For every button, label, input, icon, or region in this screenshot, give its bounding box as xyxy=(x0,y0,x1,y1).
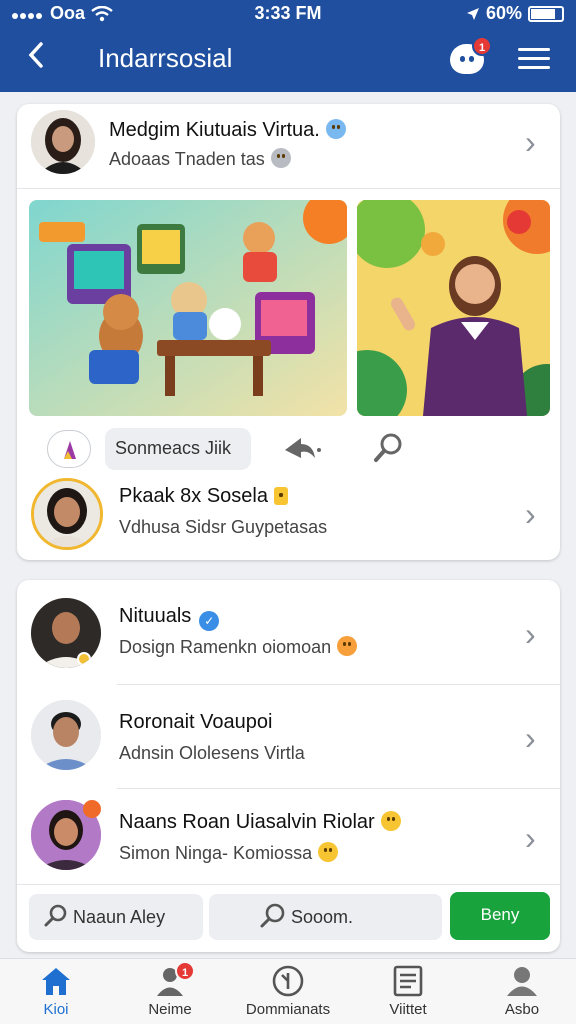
contact-name: Nituuals ✓ xyxy=(119,604,220,631)
list-item[interactable]: Nituuals ✓ Dosign Ramenkn oiomoan › xyxy=(17,580,560,684)
tab-people[interactable]: 1 Neime xyxy=(120,961,220,1018)
laugh-emoji-icon xyxy=(337,636,358,656)
profile-subtitle: Adoaas Tnaden tas xyxy=(109,148,291,170)
divider xyxy=(17,884,560,885)
tab-label: Viittet xyxy=(389,1001,427,1018)
tab-profile[interactable]: Asbo xyxy=(472,965,572,1018)
contact-subtitle: Simon Ninga- Komiossa xyxy=(119,842,339,864)
primary-action-button[interactable]: Beny xyxy=(450,892,550,940)
battery-icon xyxy=(528,5,564,22)
profile-name[interactable]: Pkaak 8x Sosela xyxy=(119,484,288,508)
search-field[interactable]: Sooom. xyxy=(209,894,442,940)
notification-badge: 1 xyxy=(472,36,492,56)
avatar[interactable] xyxy=(31,478,103,550)
profile-name[interactable]: Medgim Kiutuais Virtua. xyxy=(109,118,346,142)
tab-discover[interactable]: Dommianats xyxy=(238,965,338,1018)
divider xyxy=(17,188,560,189)
contacts-card: Nituuals ✓ Dosign Ramenkn oiomoan › Roron… xyxy=(17,580,560,952)
status-bar: Ooa 3:33 FM 60% xyxy=(0,0,576,26)
globe-icon xyxy=(270,148,291,168)
media-image[interactable] xyxy=(29,200,347,416)
add-reaction-button[interactable] xyxy=(47,430,91,468)
chevron-right-icon: › xyxy=(525,720,536,756)
home-icon xyxy=(39,965,73,997)
tab-badge: 1 xyxy=(175,961,195,981)
search-button[interactable] xyxy=(371,430,407,466)
app-header: Indarrsosial 1 xyxy=(0,26,576,92)
grin-emoji-icon xyxy=(318,842,339,862)
page-title: Indarrsosial xyxy=(98,43,233,73)
search-icon xyxy=(260,903,285,928)
document-icon xyxy=(391,965,425,997)
chevron-right-icon[interactable]: › xyxy=(525,498,536,530)
name-field-button[interactable]: Naaun Aley xyxy=(29,894,203,940)
tab-home[interactable]: Kioi xyxy=(6,965,106,1018)
flame-icon xyxy=(64,441,76,459)
profile-subtitle: Vdhusa Sidsr Guypetasas xyxy=(119,517,328,537)
online-badge xyxy=(77,652,91,666)
chevron-left-icon xyxy=(28,42,43,68)
verified-icon: ✓ xyxy=(199,611,220,631)
contact-name: Naans Roan Uiasalvin Riolar xyxy=(119,810,401,834)
profile-icon xyxy=(505,965,539,997)
contact-name: Roronait Voaupoi xyxy=(119,711,273,733)
back-button[interactable] xyxy=(26,40,46,79)
chevron-right-icon: › xyxy=(525,820,536,856)
share-icon xyxy=(285,438,321,458)
contact-subtitle: Adnsin Ololesens Virtla xyxy=(119,743,305,763)
person-icon: 1 xyxy=(153,961,195,997)
compass-icon xyxy=(271,965,305,997)
search-icon xyxy=(44,904,67,927)
mascot-icon xyxy=(458,56,476,62)
tab-notes[interactable]: Viittet xyxy=(358,965,458,1018)
avatar xyxy=(31,598,101,668)
list-item[interactable]: Naans Roan Uiasalvin Riolar Simon Ninga-… xyxy=(17,790,560,888)
notification-button[interactable]: 1 xyxy=(450,36,492,74)
feed-card: Medgim Kiutuais Virtua. Adoaas Tnaden ta… xyxy=(17,104,560,560)
smile-emoji-icon xyxy=(380,811,401,831)
tab-label: Dommianats xyxy=(245,1001,331,1018)
smile-emoji-icon xyxy=(325,119,346,139)
badge-icon xyxy=(273,487,288,505)
divider xyxy=(117,788,560,789)
tab-label: Neime xyxy=(148,1001,192,1018)
menu-button[interactable] xyxy=(518,46,550,72)
avatar xyxy=(31,700,101,770)
avatar[interactable] xyxy=(31,110,95,174)
media-image[interactable] xyxy=(357,200,550,416)
tab-label: Asbo xyxy=(504,1001,540,1018)
list-item[interactable]: Roronait Voaupoi Adnsin Ololesens Virtla… xyxy=(17,686,560,788)
divider xyxy=(117,684,560,685)
search-chip[interactable]: Sonmeacs Jiik xyxy=(105,428,251,470)
unread-badge xyxy=(83,800,101,818)
bottom-tab-bar: Kioi 1 Neime Dommianats Viittet Asbo xyxy=(0,958,576,1024)
location-icon xyxy=(466,7,479,20)
battery-percent: 60% xyxy=(485,3,522,23)
search-icon xyxy=(374,433,402,462)
tab-label: Kioi xyxy=(43,1001,69,1018)
contact-subtitle: Dosign Ramenkn oiomoan xyxy=(119,636,358,658)
chevron-right-icon[interactable]: › xyxy=(525,126,536,158)
chevron-right-icon: › xyxy=(525,616,536,652)
share-button[interactable] xyxy=(281,432,325,468)
